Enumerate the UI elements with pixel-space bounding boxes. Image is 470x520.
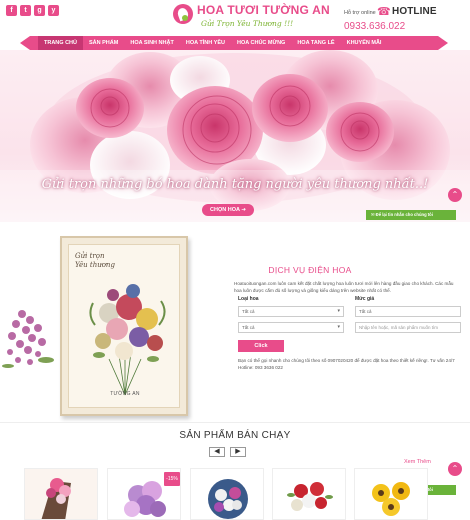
hotline-label: HOTLINE xyxy=(392,6,437,17)
logo-title: HOA TƯƠI TƯỜNG AN xyxy=(197,3,330,17)
product-image xyxy=(191,469,263,519)
prev-arrow-button[interactable]: ◀ xyxy=(209,447,225,457)
site-logo[interactable]: HOA TƯƠI TƯỜNG AN Gửi Trọn Yêu Thương !!… xyxy=(173,2,330,36)
view-more-link[interactable]: Xem Thêm xyxy=(404,459,431,465)
book-cover: Gửi trọn Yêu thương TƯỜNG AN xyxy=(68,244,180,408)
price-select[interactable]: Tất cả xyxy=(355,306,461,317)
product-image xyxy=(273,469,345,519)
hero-banner: Gửi trọn những bó hoa dành tặng người yê… xyxy=(0,50,470,222)
product-image xyxy=(25,469,97,519)
product-card[interactable] xyxy=(272,468,346,520)
nav-item-birthday[interactable]: HOA SINH NHẬT xyxy=(124,36,180,50)
nav-item-home[interactable]: TRANG CHỦ xyxy=(38,36,83,50)
flower-type-select[interactable]: Tất cả ▾ xyxy=(238,306,344,317)
facebook-icon[interactable]: f xyxy=(6,5,17,16)
search-click-button[interactable]: Click xyxy=(238,340,284,352)
sale-badge: -15% xyxy=(164,472,180,486)
second-type-value: Tất cả xyxy=(242,325,255,330)
product-card[interactable] xyxy=(190,468,264,520)
site-header: f t g y HOA TƯƠI TƯỜNG AN Gửi Trọn Yêu T… xyxy=(0,0,470,38)
nav-item-congrats[interactable]: HOA CHÚC MỪNG xyxy=(231,36,291,50)
hero-tagline: Gửi trọn những bó hoa dành tặng người yê… xyxy=(41,177,429,192)
twitter-icon[interactable]: t xyxy=(20,5,31,16)
flower-type-label: Loại hoa xyxy=(238,296,259,302)
hotline: Hỗ trợ online ☎ HOTLINE 0933.636.022 xyxy=(342,2,466,36)
section-divider xyxy=(0,422,470,423)
service-note: Bạn có thể gọi nhanh cho chúng tôi theo … xyxy=(238,358,455,370)
catalog-book-image: Gửi trọn Yêu thương TƯỜNG AN xyxy=(60,236,188,416)
service-section: Gửi trọn Yêu thương TƯỜNG AN DỊCH VỤ ĐIỆ… xyxy=(0,222,470,422)
support-label: Hỗ trợ online xyxy=(344,10,376,16)
phone-icon: ☎ xyxy=(377,6,391,18)
hotline-phone[interactable]: 0933.636.022 xyxy=(344,21,405,32)
nav-item-love[interactable]: HOA TÌNH YÊU xyxy=(180,36,231,50)
scroll-top-button[interactable]: ⌃ xyxy=(448,188,462,202)
keyword-input[interactable]: Nhập tên hoặc, mã sản phẩm muốn tìm xyxy=(355,322,461,333)
hero-roses-image xyxy=(0,50,470,222)
flower-logo-icon xyxy=(173,4,193,24)
chevron-down-icon: ▾ xyxy=(337,324,340,330)
choose-flower-button[interactable]: CHỌN HOA ➔ xyxy=(202,204,254,216)
nav-item-promotion[interactable]: KHUYẾN MÃI xyxy=(341,36,388,50)
price-label: Mức giá xyxy=(355,296,375,302)
service-description: Hoatuoituongan.com luôn cam kết đặt chất… xyxy=(234,281,454,293)
youtube-icon[interactable]: y xyxy=(48,5,59,16)
price-value: Tất cả xyxy=(359,309,372,314)
flower-type-value: Tất cả xyxy=(242,309,255,314)
nav-item-funeral[interactable]: HOA TANG LỄ xyxy=(291,36,340,50)
product-card[interactable] xyxy=(24,468,98,520)
book-caption: TƯỜNG AN xyxy=(110,391,140,397)
second-type-select[interactable]: Tất cả ▾ xyxy=(238,322,344,333)
product-image xyxy=(355,469,427,519)
next-arrow-button[interactable]: ▶ xyxy=(230,447,246,457)
lavender-image xyxy=(2,310,54,368)
best-seller-title: SẢN PHẨM BÁN CHẠY xyxy=(179,430,291,441)
bouquet-illustration xyxy=(89,284,166,396)
scroll-top-button-3[interactable]: ⌃ xyxy=(448,462,462,476)
social-links: f t g y xyxy=(6,5,59,16)
chevron-down-icon: ▾ xyxy=(337,308,340,314)
message-tab[interactable]: ✉ Để lại tin nhắn cho chúng tôi xyxy=(366,210,456,220)
logo-slogan: Gửi Trọn Yêu Thương !!! xyxy=(201,19,294,28)
nav-item-products[interactable]: SẢN PHẨM xyxy=(83,36,124,50)
product-card[interactable] xyxy=(354,468,428,520)
google-plus-icon[interactable]: g xyxy=(34,5,45,16)
service-title: DỊCH VỤ ĐIỆN HOA xyxy=(268,265,352,275)
main-nav: TRANG CHỦ SẢN PHẨM HOA SINH NHẬT HOA TÌN… xyxy=(20,36,448,50)
